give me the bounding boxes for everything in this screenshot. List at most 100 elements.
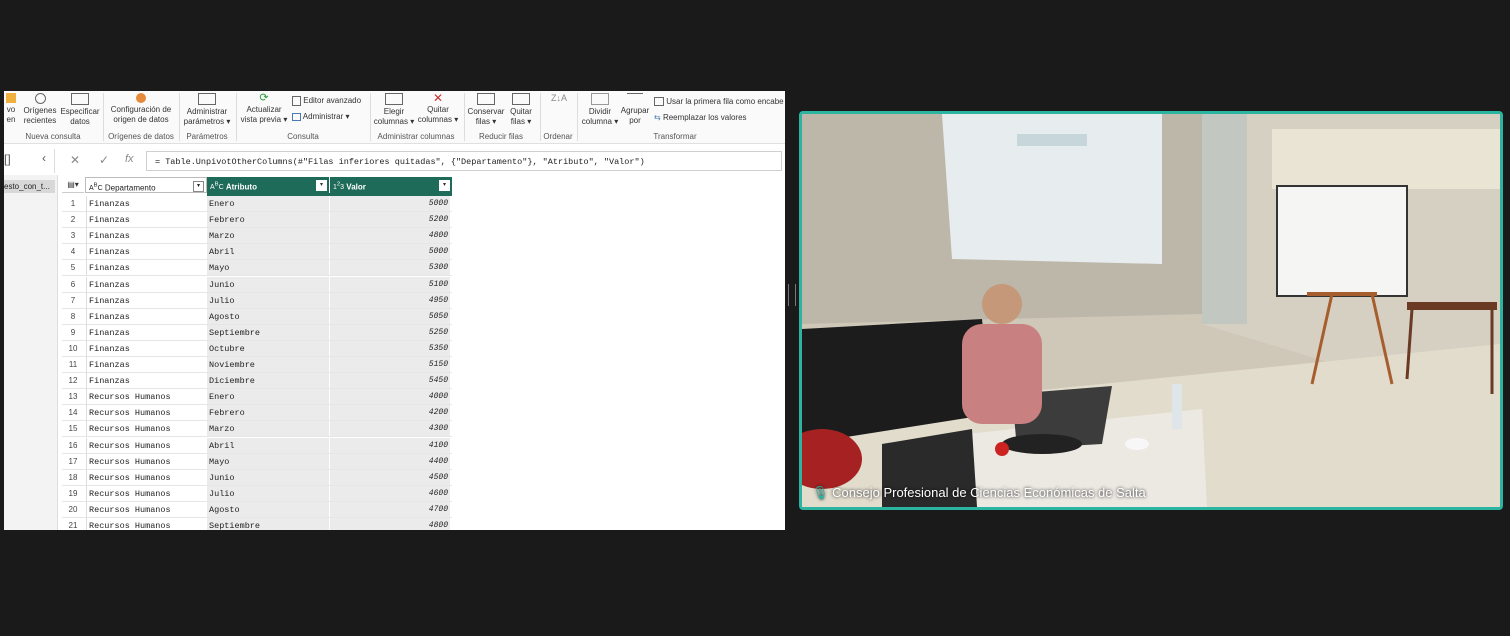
fx-icon[interactable]: fx <box>125 153 134 165</box>
agrupar-por-button[interactable]: Agrupar por <box>618 91 652 131</box>
table-row[interactable]: 3 Finanzas Marzo 4800 <box>62 228 452 245</box>
cell-departamento[interactable]: Finanzas <box>86 212 209 229</box>
cell-atributo[interactable]: Septiembre <box>207 324 329 340</box>
table-row[interactable]: 1 Finanzas Enero 5000 <box>62 196 452 213</box>
table-row[interactable]: 10 Finanzas Octubre 5350 <box>62 340 452 357</box>
column-header-departamento[interactable]: ABC Departamento ▾ <box>85 177 207 193</box>
table-row[interactable]: 18 Recursos Humanos Junio 4500 <box>62 469 452 486</box>
cell-atributo[interactable]: Febrero <box>207 405 329 421</box>
cell-departamento[interactable]: Recursos Humanos <box>86 453 209 470</box>
sort-button[interactable]: Z↓A <box>544 91 574 131</box>
cell-valor[interactable]: 5000 <box>330 244 450 260</box>
cell-departamento[interactable]: Recursos Humanos <box>86 437 209 454</box>
cell-departamento[interactable]: Recursos Humanos <box>86 421 209 438</box>
table-menu-icon[interactable]: ▤▾ <box>62 177 84 193</box>
cell-atributo[interactable]: Abril <box>207 244 329 260</box>
cell-valor[interactable]: 4800 <box>330 228 450 244</box>
cell-departamento[interactable]: Finanzas <box>86 324 209 341</box>
filter-dropdown-icon[interactable]: ▾ <box>193 181 204 192</box>
cell-valor[interactable]: 5250 <box>330 324 450 340</box>
origenes-recientes-button[interactable]: Orígenes recientes <box>20 91 60 131</box>
cell-departamento[interactable]: Recursos Humanos <box>86 485 209 502</box>
cell-atributo[interactable]: Septiembre <box>207 518 329 530</box>
actualizar-vista-previa-button[interactable]: ⟳ Actualizar vista previa ▾ <box>238 91 290 131</box>
cell-valor[interactable]: 5050 <box>330 308 450 324</box>
formula-input[interactable]: = Table.UnpivotOtherColumns(#"Filas infe… <box>146 151 782 171</box>
cell-atributo[interactable]: Agosto <box>207 501 329 517</box>
cell-departamento[interactable]: Finanzas <box>86 260 209 277</box>
cell-valor[interactable]: 5350 <box>330 340 450 356</box>
table-row[interactable]: 16 Recursos Humanos Abril 4100 <box>62 437 452 454</box>
administrar-button[interactable]: Administrar ▾ <box>292 112 349 121</box>
cell-atributo[interactable]: Febrero <box>207 212 329 228</box>
cell-departamento[interactable]: Finanzas <box>86 340 209 357</box>
cell-atributo[interactable]: Abril <box>207 437 329 453</box>
usar-primera-fila-button[interactable]: Usar la primera fila como encabe <box>654 97 784 107</box>
cell-valor[interactable]: 5200 <box>330 212 450 228</box>
table-row[interactable]: 20 Recursos Humanos Agosto 4700 <box>62 501 452 518</box>
cancel-icon[interactable]: ✕ <box>70 153 80 167</box>
cell-valor[interactable]: 4500 <box>330 469 450 485</box>
cell-atributo[interactable]: Junio <box>207 469 329 485</box>
cell-atributo[interactable]: Marzo <box>207 228 329 244</box>
cell-departamento[interactable]: Recursos Humanos <box>86 469 209 486</box>
cell-valor[interactable]: 5150 <box>330 357 450 373</box>
table-row[interactable]: 15 Recursos Humanos Marzo 4300 <box>62 421 452 438</box>
cell-departamento[interactable]: Finanzas <box>86 373 209 390</box>
table-row[interactable]: 14 Recursos Humanos Febrero 4200 <box>62 405 452 422</box>
cell-atributo[interactable]: Diciembre <box>207 373 329 389</box>
cell-valor[interactable]: 4600 <box>330 485 450 501</box>
cell-atributo[interactable]: Enero <box>207 196 329 212</box>
query-item[interactable]: esto_con_t... <box>4 180 55 193</box>
cell-valor[interactable]: 4400 <box>330 453 450 469</box>
especificar-datos-button[interactable]: Especificar datos <box>60 91 100 131</box>
cell-valor[interactable]: 4300 <box>330 421 450 437</box>
nuevo-origen-button[interactable]: vo en <box>4 91 18 131</box>
cell-atributo[interactable]: Agosto <box>207 308 329 324</box>
cell-departamento[interactable]: Finanzas <box>86 244 209 261</box>
check-icon[interactable]: ✓ <box>99 153 109 167</box>
cell-valor[interactable]: 5100 <box>330 276 450 292</box>
table-row[interactable]: 19 Recursos Humanos Julio 4600 <box>62 485 452 502</box>
table-row[interactable]: 6 Finanzas Junio 5100 <box>62 276 452 293</box>
quitar-columnas-button[interactable]: ✕ Quitar columnas ▾ <box>416 91 460 131</box>
cell-departamento[interactable]: Finanzas <box>86 228 209 245</box>
cell-valor[interactable]: 4800 <box>330 518 450 530</box>
cell-valor[interactable]: 4700 <box>330 501 450 517</box>
quitar-filas-button[interactable]: Quitar filas ▾ <box>506 91 536 131</box>
cell-departamento[interactable]: Finanzas <box>86 357 209 373</box>
table-row[interactable]: 12 Finanzas Diciembre 5450 <box>62 373 452 390</box>
cell-atributo[interactable]: Octubre <box>207 340 329 356</box>
cell-valor[interactable]: 4200 <box>330 405 450 421</box>
cell-departamento[interactable]: Finanzas <box>86 276 209 293</box>
table-row[interactable]: 21 Recursos Humanos Septiembre 4800 <box>62 518 452 530</box>
filter-dropdown-icon[interactable]: ▾ <box>439 180 450 191</box>
cell-departamento[interactable]: Recursos Humanos <box>86 389 209 406</box>
table-row[interactable]: 13 Recursos Humanos Enero 4000 <box>62 389 452 406</box>
administrar-parametros-button[interactable]: Administrar parámetros ▾ <box>181 91 233 131</box>
reemplazar-valores-button[interactable]: ⇆ Reemplazar los valores <box>654 113 747 122</box>
cell-atributo[interactable]: Julio <box>207 292 329 308</box>
cell-departamento[interactable]: Finanzas <box>86 308 209 325</box>
resize-handle[interactable] <box>788 284 796 306</box>
table-row[interactable]: 7 Finanzas Julio 4950 <box>62 292 452 309</box>
table-row[interactable]: 17 Recursos Humanos Mayo 4400 <box>62 453 452 470</box>
dividir-columna-button[interactable]: Dividir columna ▾ <box>580 91 620 131</box>
cell-departamento[interactable]: Finanzas <box>86 196 209 212</box>
column-header-atributo[interactable]: ABC Atributo ▾ <box>207 177 329 193</box>
cell-departamento[interactable]: Finanzas <box>86 292 209 309</box>
cell-atributo[interactable]: Noviembre <box>207 357 329 373</box>
cell-atributo[interactable]: Junio <box>207 276 329 292</box>
cell-valor[interactable]: 5300 <box>330 260 450 276</box>
table-row[interactable]: 4 Finanzas Abril 5000 <box>62 244 452 261</box>
cell-departamento[interactable]: Recursos Humanos <box>86 501 209 518</box>
configuracion-origen-button[interactable]: Configuración de origen de datos <box>106 91 176 131</box>
elegir-columnas-button[interactable]: Elegir columnas ▾ <box>372 91 416 131</box>
table-row[interactable]: 5 Finanzas Mayo 5300 <box>62 260 452 277</box>
cell-atributo[interactable]: Mayo <box>207 260 329 276</box>
cell-departamento[interactable]: Recursos Humanos <box>86 518 209 530</box>
cell-valor[interactable]: 4000 <box>330 389 450 405</box>
cell-atributo[interactable]: Marzo <box>207 421 329 437</box>
cell-atributo[interactable]: Julio <box>207 485 329 501</box>
cell-valor[interactable]: 4950 <box>330 292 450 308</box>
